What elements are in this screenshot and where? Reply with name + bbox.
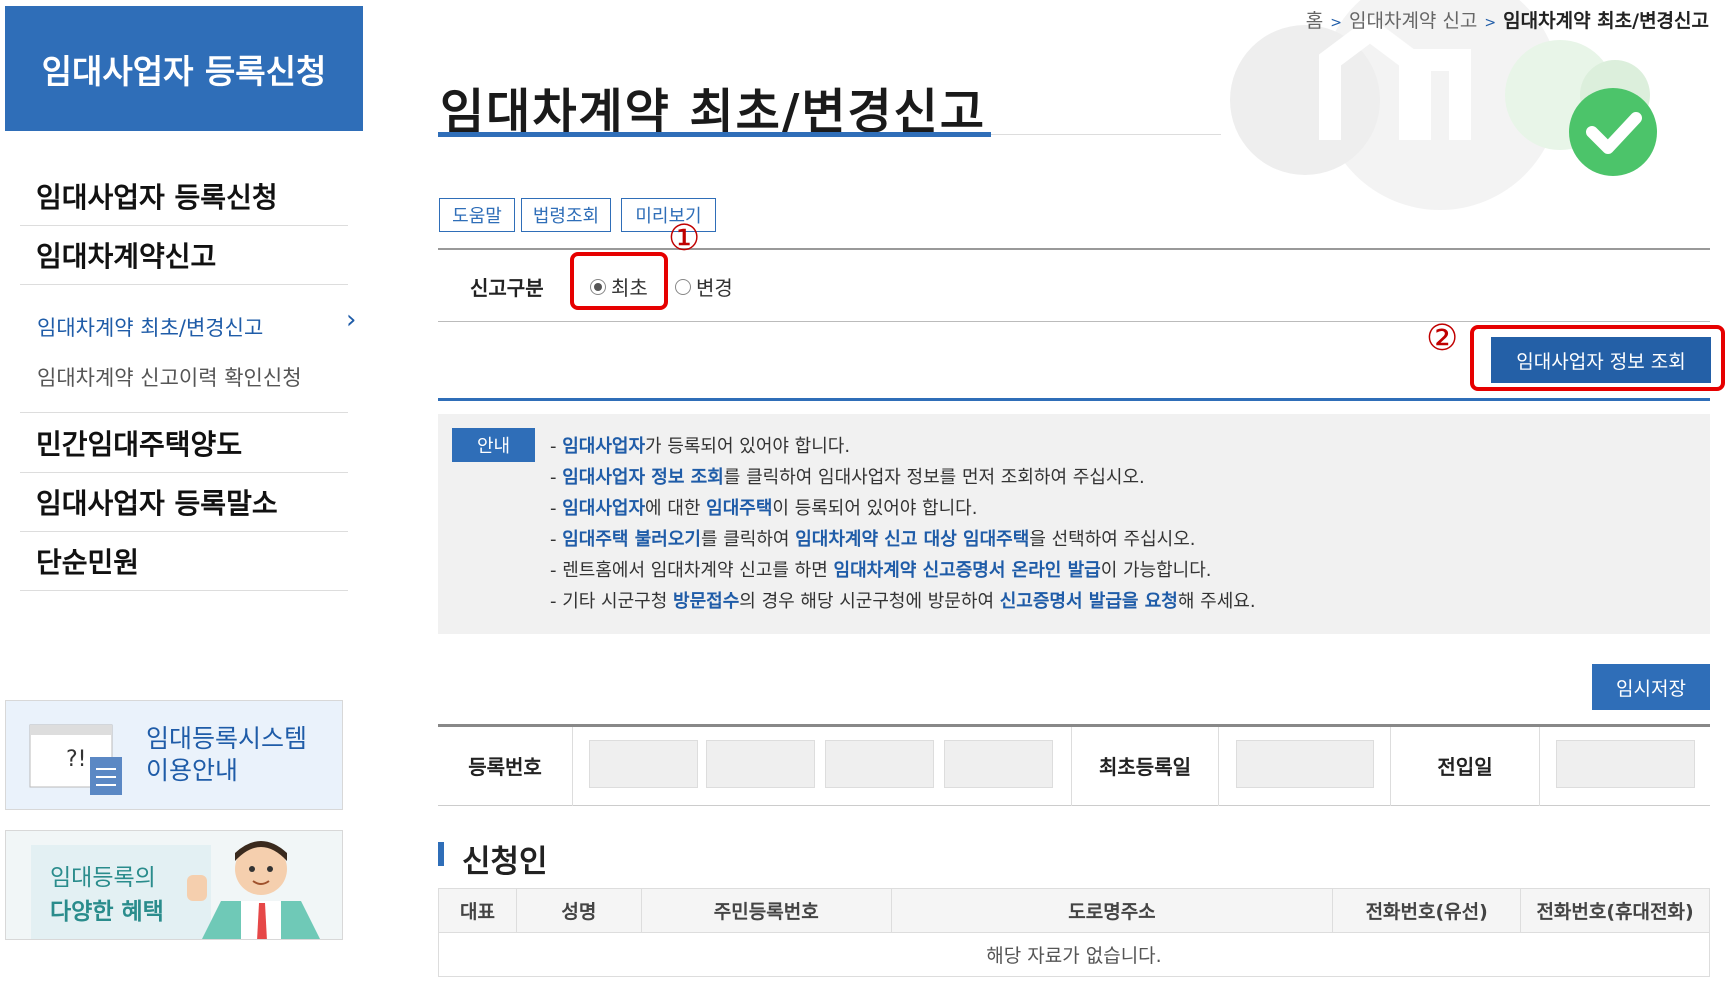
notice-text: 의 경우 해당 시군구청에 방문하여 <box>739 591 1000 612</box>
svg-text:?!: ?! <box>66 747 87 772</box>
col-phone-mobile: 전화번호(휴대전화) <box>1520 888 1710 933</box>
notice-line: - 임대사업자에 대한 임대주택이 등록되어 있어야 합니다. <box>550 494 977 520</box>
notice-text: - <box>550 467 563 488</box>
col-road-address: 도로명주소 <box>890 888 1334 933</box>
banner-line1: 임대등록의 <box>50 865 156 891</box>
notice-text: - <box>550 529 563 550</box>
person-thumbs-up-icon <box>187 841 320 939</box>
breadcrumb: 홈 > 임대차계약 신고 > 임대차계약 최초/변경신고 <box>1306 6 1709 33</box>
applicant-section-title: 신청인 <box>462 844 548 880</box>
temp-save-button[interactable]: 임시저장 <box>1592 664 1710 710</box>
notice-highlight: 임대사업자 <box>562 436 646 457</box>
section-marker <box>438 842 444 866</box>
help-button[interactable]: 도움말 <box>439 198 515 232</box>
notice-highlight: 임대주택 불러오기 <box>562 529 701 550</box>
radio-change-label[interactable]: 변경 <box>696 272 733 301</box>
annotation-marker-1: ① <box>668 218 701 259</box>
sidebar-item-rental-registration[interactable]: 임대사업자 등록신청 <box>20 167 348 226</box>
sidebar-item-lease-report[interactable]: 임대차계약신고 <box>20 226 348 285</box>
sidebar-subitem-report-history[interactable]: 임대차계약 신고이력 확인신청 <box>37 362 302 392</box>
breadcrumb-current: 임대차계약 최초/변경신고 <box>1503 10 1709 32</box>
first-reg-date-label: 최초등록일 <box>1099 754 1191 779</box>
col-resident-number: 주민등록번호 <box>640 888 892 933</box>
notice-badge: 안내 <box>452 428 535 462</box>
first-reg-date-field <box>1236 740 1374 788</box>
notice-text: 를 클릭하여 임대사업자 정보를 먼저 조회하여 주십시오. <box>723 467 1145 488</box>
radio-change[interactable]: 변경 <box>675 272 733 301</box>
banner-line2: 다양한 혜택 <box>50 899 164 925</box>
notice-text: 이 등록되어 있어야 합니다. <box>772 498 978 519</box>
col-representative: 대표 <box>438 888 517 933</box>
notice-highlight: 임대차계약 신고 대상 임대주택 <box>795 529 1030 550</box>
banner-text: 임대등록의 다양한 혜택 <box>50 861 164 929</box>
radio-change-circle[interactable] <box>675 278 691 295</box>
applicant-table: 대표 성명 주민등록번호 도로명주소 전화번호(유선) 전화번호(휴대전화) 해… <box>438 888 1710 977</box>
radio-initial[interactable]: 최초 <box>590 272 648 301</box>
reg-number-label: 등록번호 <box>468 754 542 779</box>
banner-system-guide[interactable]: ?! 임대등록시스템 이용안내 <box>5 700 343 810</box>
notice-text: - 렌트홈에서 임대차계약 신고를 하면 <box>550 560 834 581</box>
reg-number-field-1 <box>589 740 698 788</box>
sidebar-item-private-rental-transfer[interactable]: 민간임대주택양도 <box>20 414 348 473</box>
notice-text: 에 대한 <box>645 498 707 519</box>
notice-line: - 기타 시군구청 방문접수의 경우 해당 시군구청에 방문하여 신고증명서 발… <box>550 587 1256 613</box>
sidebar-divider <box>20 412 348 413</box>
document-question-icon: ?! <box>29 724 122 795</box>
banner-line2: 이용안내 <box>146 756 239 785</box>
notice-highlight: 신고증명서 발급을 요청 <box>999 591 1178 612</box>
sidebar-item-registration-cancel[interactable]: 임대사업자 등록말소 <box>20 473 348 532</box>
row-divider <box>1539 727 1540 806</box>
title-underline-gray <box>991 134 1221 135</box>
notice-highlight: 방문접수 <box>673 591 740 612</box>
banner-benefits[interactable]: 임대등록의 다양한 혜택 <box>5 830 343 940</box>
business-info-lookup-button[interactable]: 임대사업자 정보 조회 <box>1491 337 1711 383</box>
sidebar-subitem-initial-change-report[interactable]: 임대차계약 최초/변경신고 <box>37 312 263 342</box>
annotation-marker-2: ② <box>1426 318 1459 359</box>
radio-initial-label[interactable]: 최초 <box>611 272 648 301</box>
notice-text: 이 가능합니다. <box>1100 560 1212 581</box>
title-underline <box>438 132 991 137</box>
report-type-label: 신고구분 <box>470 276 544 300</box>
section-divider <box>438 398 1710 401</box>
notice-text: - <box>550 498 563 519</box>
empty-message: 해당 자료가 없습니다. <box>438 932 1710 977</box>
move-in-date-label: 전입일 <box>1437 754 1493 779</box>
reg-number-field-4 <box>944 740 1053 788</box>
notice-text: 를 클릭하여 <box>700 529 796 550</box>
sidebar-item-simple-petition[interactable]: 단순민원 <box>20 532 348 591</box>
notice-line: - 임대사업자가 등록되어 있어야 합니다. <box>550 432 850 458</box>
table-header-row: 대표 성명 주민등록번호 도로명주소 전화번호(유선) 전화번호(휴대전화) <box>438 888 1710 933</box>
notice-line: - 임대주택 불러오기를 클릭하여 임대차계약 신고 대상 임대주택을 선택하여… <box>550 525 1196 551</box>
reg-number-field-2 <box>706 740 815 788</box>
reg-number-field-3 <box>825 740 934 788</box>
sidebar-header: 임대사업자 등록신청 <box>5 6 363 131</box>
notice-highlight: 임대사업자 <box>562 498 646 519</box>
chevron-right-icon: › <box>346 305 357 335</box>
banner-line1: 임대등록시스템 <box>146 724 308 753</box>
breadcrumb-home[interactable]: 홈 <box>1306 10 1323 32</box>
breadcrumb-parent[interactable]: 임대차계약 신고 <box>1349 10 1477 32</box>
move-in-date-field <box>1556 740 1695 788</box>
breadcrumb-separator-icon: > <box>1484 15 1497 31</box>
notice-text: 을 선택하여 주십시오. <box>1029 529 1196 550</box>
col-name: 성명 <box>515 888 642 933</box>
notice-highlight: 임대주택 <box>706 498 773 519</box>
notice-line: - 임대사업자 정보 조회를 클릭하여 임대사업자 정보를 먼저 조회하여 주십… <box>550 463 1145 489</box>
notice-text: 해 주세요. <box>1177 591 1256 612</box>
notice-text: - <box>550 436 563 457</box>
notice-text: - 기타 시군구청 <box>550 591 674 612</box>
col-phone-landline: 전화번호(유선) <box>1332 888 1522 933</box>
notice-highlight: 임대차계약 신고증명서 온라인 발급 <box>833 560 1101 581</box>
breadcrumb-separator-icon: > <box>1330 15 1343 31</box>
radio-initial-circle[interactable] <box>590 278 606 295</box>
notice-text: 가 등록되어 있어야 합니다. <box>645 436 851 457</box>
law-lookup-button[interactable]: 법령조회 <box>521 198 611 232</box>
row-divider <box>572 727 573 806</box>
banner-text: 임대등록시스템 이용안내 <box>146 723 307 787</box>
notice-line: - 렌트홈에서 임대차계약 신고를 하면 임대차계약 신고증명서 온라인 발급이… <box>550 556 1212 582</box>
row-divider <box>1218 727 1219 806</box>
table-row: 해당 자료가 없습니다. <box>438 932 1710 977</box>
notice-highlight: 임대사업자 정보 조회 <box>562 467 724 488</box>
